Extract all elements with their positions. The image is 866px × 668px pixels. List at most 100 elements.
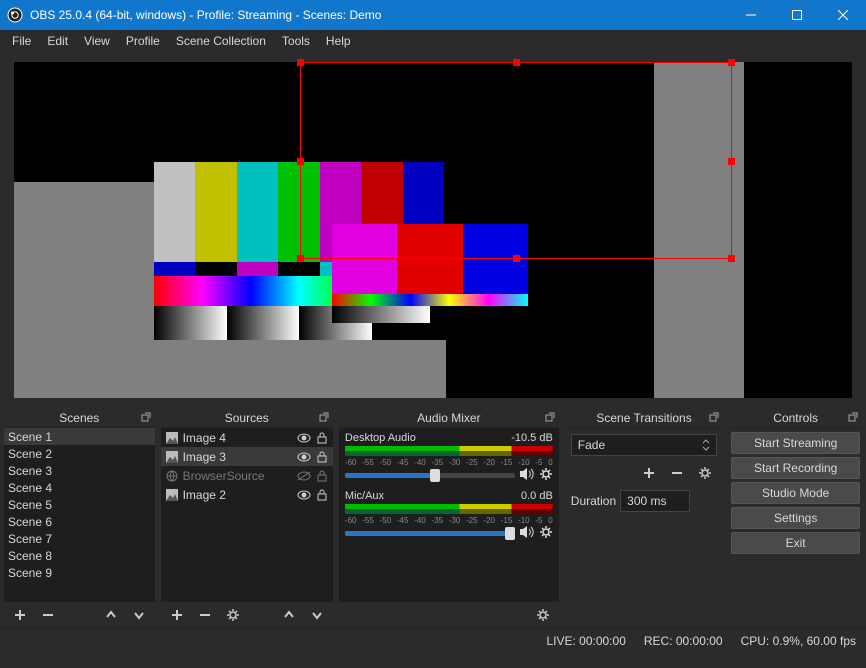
transitions-panel: Fade Duration 300 ms: [565, 428, 723, 628]
selection-handle-n[interactable]: [513, 59, 520, 66]
selection-handle-se[interactable]: [728, 255, 735, 262]
remove-source-button[interactable]: [193, 604, 217, 626]
selection-handle-w[interactable]: [297, 158, 304, 165]
scene-item[interactable]: Scene 4: [4, 479, 155, 496]
transition-type-value: Fade: [578, 438, 605, 452]
scenes-toolbar: [4, 602, 155, 628]
video-preview[interactable]: [14, 62, 852, 398]
remove-scene-button[interactable]: [36, 604, 60, 626]
start-streaming-button[interactable]: Start Streaming: [731, 432, 860, 454]
window-title: OBS 25.0.4 (64-bit, windows) - Profile: …: [30, 8, 728, 22]
menu-file[interactable]: File: [4, 32, 39, 50]
docks-row: Scenes Scene 1 Scene 2 Scene 3 Scene 4 S…: [0, 408, 866, 628]
start-recording-button[interactable]: Start Recording: [731, 457, 860, 479]
source-item[interactable]: Image 2: [161, 485, 333, 504]
gear-icon[interactable]: [539, 525, 553, 542]
status-cpu: CPU: 0.9%, 60.00 fps: [741, 634, 856, 648]
dock-transitions: Scene Transitions Fade Duration 300 ms: [565, 408, 723, 628]
scene-item[interactable]: Scene 3: [4, 462, 155, 479]
dock-header-mixer: Audio Mixer: [339, 408, 559, 428]
dock-header-transitions: Scene Transitions: [565, 408, 723, 428]
source-item[interactable]: Image 3: [161, 447, 333, 466]
visibility-hidden-icon[interactable]: [297, 469, 311, 483]
scene-item[interactable]: Scene 2: [4, 445, 155, 462]
scene-item[interactable]: Scene 8: [4, 547, 155, 564]
globe-icon: [165, 469, 179, 483]
popout-icon[interactable]: [846, 410, 860, 424]
title-bar: OBS 25.0.4 (64-bit, windows) - Profile: …: [0, 0, 866, 30]
selection-handle-ne[interactable]: [728, 59, 735, 66]
status-bar: LIVE: 00:00:00 REC: 00:00:00 CPU: 0.9%, …: [0, 628, 866, 652]
selection-handle-nw[interactable]: [297, 59, 304, 66]
dock-header-controls: Controls: [729, 408, 862, 428]
source-item[interactable]: Image 4: [161, 428, 333, 447]
move-source-down-button[interactable]: [305, 604, 329, 626]
add-transition-button[interactable]: [637, 462, 661, 484]
obs-app-icon: [6, 6, 24, 24]
popout-icon[interactable]: [317, 410, 331, 424]
move-scene-down-button[interactable]: [127, 604, 151, 626]
preview-area: [0, 52, 866, 408]
volume-meter: [345, 504, 553, 514]
lock-icon[interactable]: [315, 469, 329, 483]
lock-icon[interactable]: [315, 450, 329, 464]
channel-name: Desktop Audio: [345, 432, 416, 444]
audio-channel-mic: Mic/Aux 0.0 dB -60-55-50-45-40-35-30-25-…: [345, 490, 553, 542]
add-scene-button[interactable]: [8, 604, 32, 626]
remove-transition-button[interactable]: [665, 462, 689, 484]
menu-scene-collection[interactable]: Scene Collection: [168, 32, 274, 50]
menu-bar: File Edit View Profile Scene Collection …: [0, 30, 866, 52]
transition-type-select[interactable]: Fade: [571, 434, 717, 456]
menu-help[interactable]: Help: [318, 32, 359, 50]
minimize-button[interactable]: [728, 0, 774, 30]
speaker-icon[interactable]: [519, 467, 535, 484]
scene-item[interactable]: Scene 7: [4, 530, 155, 547]
scene-item[interactable]: Scene 9: [4, 564, 155, 581]
menu-edit[interactable]: Edit: [39, 32, 76, 50]
move-source-up-button[interactable]: [277, 604, 301, 626]
popout-icon[interactable]: [139, 410, 153, 424]
mixer-toolbar: [339, 602, 559, 628]
volume-slider[interactable]: [345, 473, 515, 478]
close-button[interactable]: [820, 0, 866, 30]
duration-value: 300 ms: [627, 494, 666, 508]
settings-button[interactable]: Settings: [731, 507, 860, 529]
popout-icon[interactable]: [543, 410, 557, 424]
source-label: BrowserSource: [183, 469, 293, 483]
source-item[interactable]: BrowserSource: [161, 466, 333, 485]
scene-item[interactable]: Scene 1: [4, 428, 155, 445]
menu-tools[interactable]: Tools: [274, 32, 318, 50]
visibility-icon[interactable]: [297, 431, 311, 445]
scene-item[interactable]: Scene 6: [4, 513, 155, 530]
visibility-icon[interactable]: [297, 450, 311, 464]
visibility-icon[interactable]: [297, 488, 311, 502]
selection-handle-e[interactable]: [728, 158, 735, 165]
studio-mode-button[interactable]: Studio Mode: [731, 482, 860, 504]
dock-header-scenes: Scenes: [4, 408, 155, 428]
selection-handle-s[interactable]: [513, 255, 520, 262]
scenes-list[interactable]: Scene 1 Scene 2 Scene 3 Scene 4 Scene 5 …: [4, 428, 155, 602]
status-live: LIVE: 00:00:00: [546, 634, 625, 648]
selection-handle-sw[interactable]: [297, 255, 304, 262]
maximize-button[interactable]: [774, 0, 820, 30]
transition-properties-button[interactable]: [693, 462, 717, 484]
move-scene-up-button[interactable]: [99, 604, 123, 626]
scene-item[interactable]: Scene 5: [4, 496, 155, 513]
gear-icon[interactable]: [539, 467, 553, 484]
lock-icon[interactable]: [315, 431, 329, 445]
volume-slider[interactable]: [345, 531, 515, 536]
duration-input[interactable]: 300 ms: [620, 490, 690, 512]
menu-view[interactable]: View: [76, 32, 118, 50]
channel-db: -10.5 dB: [511, 432, 553, 444]
popout-icon[interactable]: [707, 410, 721, 424]
sources-list[interactable]: Image 4 Image 3 BrowserSource Image 2: [161, 428, 333, 602]
source-properties-button[interactable]: [221, 604, 245, 626]
lock-icon[interactable]: [315, 488, 329, 502]
menu-profile[interactable]: Profile: [118, 32, 168, 50]
speaker-icon[interactable]: [519, 525, 535, 542]
add-source-button[interactable]: [165, 604, 189, 626]
exit-button[interactable]: Exit: [731, 532, 860, 554]
mixer-settings-button[interactable]: [531, 604, 555, 626]
selection-outline[interactable]: [300, 62, 732, 259]
sources-toolbar: [161, 602, 333, 628]
